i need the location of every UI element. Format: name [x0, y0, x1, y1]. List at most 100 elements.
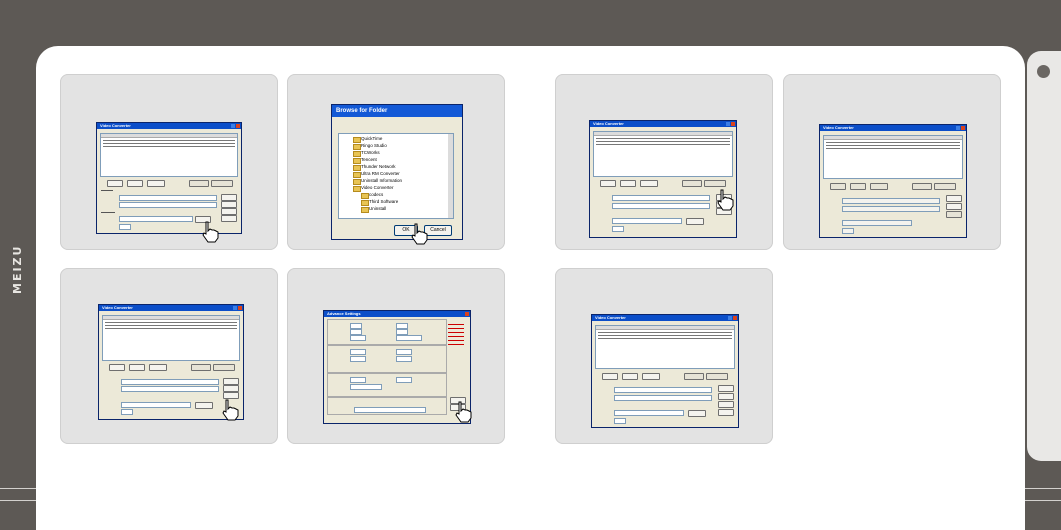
tree-item[interactable]: Ultra RM Converter [353, 171, 400, 178]
divider-line [0, 500, 36, 501]
file-info-button[interactable] [704, 180, 726, 187]
browse-button[interactable] [195, 402, 213, 409]
file-list[interactable] [100, 133, 238, 177]
delete-button[interactable] [127, 180, 143, 187]
pointer-hand-icon [455, 401, 472, 423]
close-button[interactable] [946, 211, 962, 218]
media-info-field[interactable] [842, 206, 940, 212]
preview-play-field[interactable] [121, 409, 133, 415]
stop-button[interactable] [718, 393, 734, 400]
stop-button[interactable] [223, 385, 239, 392]
media-info-button[interactable] [912, 183, 932, 190]
add-button[interactable] [109, 364, 125, 371]
media-info-field[interactable] [614, 395, 712, 401]
file-list[interactable] [823, 135, 963, 179]
file-info-field[interactable] [119, 195, 217, 201]
file-info-field[interactable] [121, 379, 219, 385]
file-info-field[interactable] [842, 198, 940, 204]
add-button[interactable] [600, 180, 616, 187]
media-info-field[interactable] [612, 203, 710, 209]
add-button[interactable] [830, 183, 846, 190]
file-info-button[interactable] [213, 364, 235, 371]
dialog-titlebar: Browse for Folder [332, 105, 462, 117]
preview-play-field[interactable] [842, 228, 854, 234]
start-button[interactable] [946, 195, 962, 202]
save-dir-field[interactable] [119, 216, 193, 222]
screenshot-panel-2: Browse for Folder QuickTime Ringo Studio… [287, 74, 505, 250]
add-button[interactable] [107, 180, 123, 187]
delete-button[interactable] [622, 373, 638, 380]
video-converter-window: Video Converter [591, 314, 739, 428]
divider-line [1025, 500, 1061, 501]
save-dir-field[interactable] [614, 410, 684, 416]
stop-button[interactable] [221, 201, 237, 208]
tree-item[interactable]: Third Software [360, 199, 398, 206]
tree-item[interactable]: Video Converter [352, 185, 393, 192]
media-info-button[interactable] [684, 373, 704, 380]
file-info-button[interactable] [211, 180, 233, 187]
file-list[interactable] [595, 325, 735, 369]
browse-button[interactable] [688, 410, 706, 417]
preview-play-field[interactable] [119, 224, 131, 230]
screenshot-panel-7: Video Converter [555, 268, 773, 444]
window-titlebar: Video Converter [97, 123, 241, 129]
folder-tree[interactable]: QuickTime Ringo Studio TCWorks Tencent T… [338, 133, 454, 219]
save-dir-field[interactable] [842, 220, 912, 226]
browse-for-folder-dialog: Browse for Folder QuickTime Ringo Studio… [331, 104, 463, 240]
media-info-field[interactable] [121, 386, 219, 392]
tree-item[interactable]: Uninstall [360, 206, 386, 213]
file-info-button[interactable] [706, 373, 728, 380]
tree-item[interactable]: Thunder Network [353, 164, 396, 171]
save-dir-field[interactable] [612, 218, 682, 224]
delete-button[interactable] [620, 180, 636, 187]
start-button[interactable] [718, 385, 734, 392]
media-info-button[interactable] [189, 180, 209, 187]
screenshot-panel-1: Video Converter [60, 74, 278, 250]
settings-button[interactable] [221, 215, 237, 222]
add-button[interactable] [602, 373, 618, 380]
file-list[interactable] [102, 315, 240, 361]
file-info-field[interactable] [614, 387, 712, 393]
clear-all-button[interactable] [870, 183, 888, 190]
delete-button[interactable] [850, 183, 866, 190]
start-button[interactable] [223, 378, 239, 385]
close-button[interactable] [221, 208, 237, 215]
browse-button[interactable] [686, 218, 704, 225]
meizu-logo: MEIZU [11, 244, 24, 294]
clear-all-button[interactable] [147, 180, 165, 187]
start-button[interactable] [221, 194, 237, 201]
tree-item[interactable]: Ringo Studio [353, 143, 387, 150]
media-info-button[interactable] [682, 180, 702, 187]
circle-dot-icon [1037, 65, 1050, 78]
divider-line [1025, 488, 1061, 489]
preset-list[interactable] [448, 321, 464, 361]
screenshot-panel-5: Video Converter [555, 74, 773, 250]
pointer-hand-icon [202, 221, 219, 243]
stop-button[interactable] [946, 203, 962, 210]
delete-button[interactable] [129, 364, 145, 371]
media-info-field[interactable] [119, 202, 217, 208]
file-info-field[interactable] [612, 195, 710, 201]
scrollbar[interactable] [448, 134, 453, 218]
save-dir-field[interactable] [121, 402, 191, 408]
media-info-button[interactable] [191, 364, 211, 371]
advance-settings-window: Advance Settings [323, 310, 471, 424]
video-converter-window: Video Converter [589, 120, 737, 238]
preview-play-field[interactable] [612, 226, 624, 232]
settings-button[interactable] [718, 409, 734, 416]
preview-play-field[interactable] [614, 418, 626, 424]
video-converter-window: Video Converter [819, 124, 967, 238]
file-info-button[interactable] [934, 183, 956, 190]
clear-all-button[interactable] [642, 373, 660, 380]
video-converter-window: Video Converter [96, 122, 242, 234]
tree-item[interactable]: Uninstall Information [352, 178, 402, 185]
screenshot-panel-3: Video Converter [60, 268, 278, 444]
tree-item[interactable]: codecs [360, 192, 383, 199]
clear-all-button[interactable] [149, 364, 167, 371]
tree-item[interactable]: QuickTime [352, 136, 382, 143]
close-button[interactable] [718, 401, 734, 408]
clear-all-button[interactable] [640, 180, 658, 187]
tree-item[interactable]: TCWorks [353, 150, 380, 157]
file-list[interactable] [593, 131, 733, 177]
tree-item[interactable]: Tencent [353, 157, 377, 164]
